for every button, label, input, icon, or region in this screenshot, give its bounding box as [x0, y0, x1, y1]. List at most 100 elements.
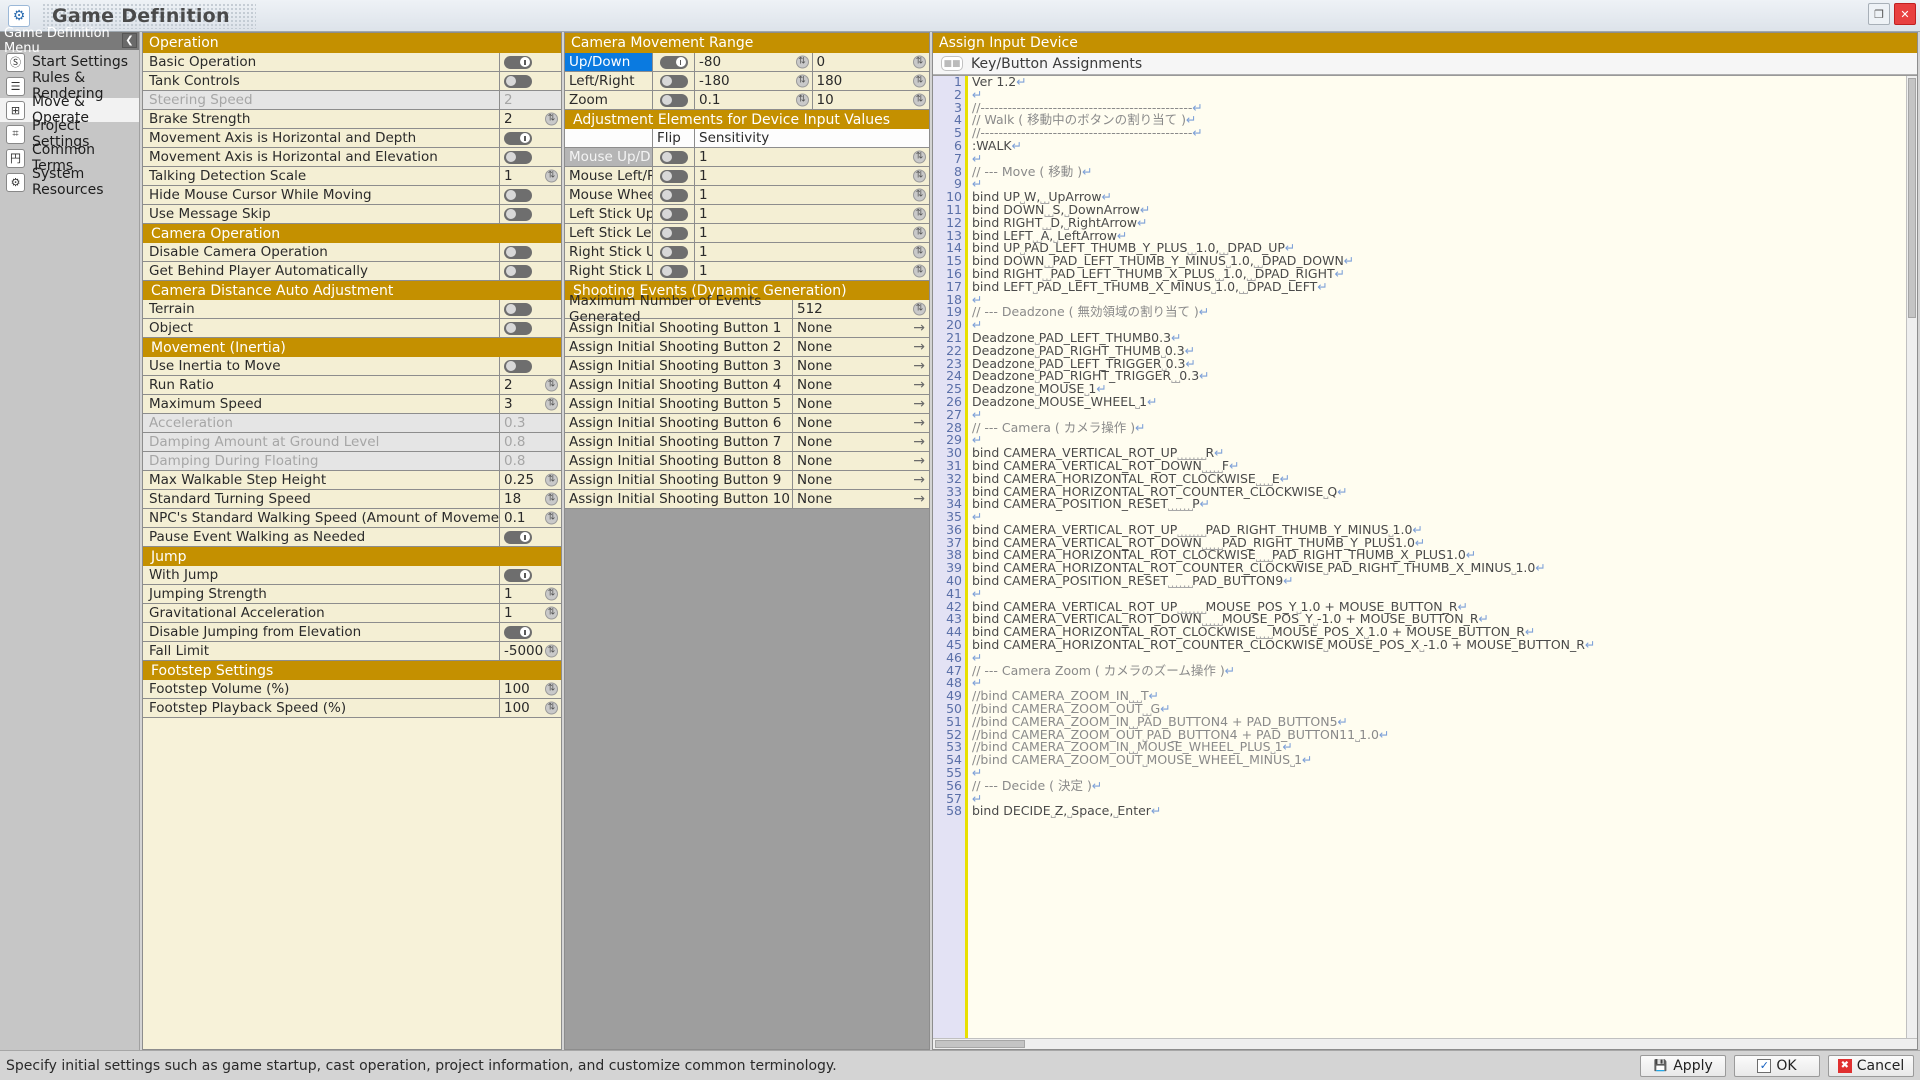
spinner-icon[interactable]: ⇅ — [545, 587, 558, 601]
shooting-value[interactable]: None → — [793, 490, 929, 508]
shooting-value[interactable]: None → — [793, 357, 929, 375]
camera-range-label[interactable]: Zoom — [565, 91, 653, 109]
setting-row[interactable]: Use Message Skip — [143, 205, 561, 224]
setting-value[interactable]: 2 ⇅ — [499, 376, 561, 394]
spinner-icon[interactable]: ⇅ — [545, 169, 558, 183]
setting-row[interactable]: Brake Strength 2 ⇅ — [143, 110, 561, 129]
adjustment-label[interactable]: Left Stick Up/… — [565, 205, 653, 223]
shooting-value[interactable]: None → — [793, 319, 929, 337]
setting-row[interactable]: Maximum Speed 3 ⇅ — [143, 395, 561, 414]
spinner-icon[interactable]: ⇅ — [545, 473, 558, 487]
camera-range-row[interactable]: Zoom 0.1 ⇅ 10 ⇅ — [565, 91, 929, 110]
shooting-value[interactable]: None → — [793, 452, 929, 470]
setting-value[interactable]: 0.1 ⇅ — [499, 509, 561, 527]
spinner-icon[interactable]: ⇅ — [913, 226, 926, 240]
spinner-icon[interactable]: ⇅ — [913, 169, 926, 183]
camera-range-toggle[interactable] — [653, 53, 695, 71]
spinner-icon[interactable]: ⇅ — [795, 93, 809, 107]
adjustment-label[interactable]: Mouse Up/D… — [565, 148, 653, 166]
adjustment-row[interactable]: Left Stick Up/… 1⇅ — [565, 205, 929, 224]
close-button[interactable]: ✕ — [1894, 3, 1916, 25]
toggle-switch[interactable] — [504, 74, 532, 88]
toggle-switch[interactable] — [504, 359, 532, 373]
ok-button[interactable]: ✓ OK — [1734, 1054, 1820, 1077]
camera-range-row[interactable]: Up/Down -80 ⇅ 0 ⇅ — [565, 53, 929, 72]
spinner-icon[interactable]: ⇅ — [545, 682, 558, 696]
code-hscroll-thumb[interactable] — [935, 1040, 1025, 1048]
shooting-row[interactable]: Assign Initial Shooting Button 9 None → — [565, 471, 929, 490]
setting-row[interactable]: Movement Axis is Horizontal and Elevatio… — [143, 148, 561, 167]
setting-value[interactable]: 18 ⇅ — [499, 490, 561, 508]
setting-row[interactable]: Run Ratio 2 ⇅ — [143, 376, 561, 395]
code-text[interactable]: Ver 1.2↵ ↵ //-----------------------------… — [968, 76, 1917, 1038]
spinner-icon[interactable]: ⇅ — [913, 245, 926, 259]
spinner-icon[interactable]: ⇅ — [545, 644, 558, 658]
toggle-switch[interactable] — [504, 131, 532, 145]
toggle-switch[interactable] — [504, 264, 532, 278]
spinner-icon[interactable]: ⇅ — [913, 302, 926, 316]
sensitivity-value[interactable]: 1 ⇅ — [695, 167, 929, 185]
camera-range-toggle[interactable] — [653, 72, 695, 90]
setting-value[interactable] — [499, 243, 561, 261]
setting-row[interactable]: Acceleration 0.3 — [143, 414, 561, 433]
toggle-switch[interactable] — [504, 568, 532, 582]
setting-value[interactable] — [499, 148, 561, 166]
flip-toggle[interactable] — [653, 186, 695, 204]
sensitivity-value[interactable]: 1 ⇅ — [695, 224, 929, 242]
arrow-right-icon[interactable]: → — [913, 378, 925, 392]
camera-range-max[interactable]: 0 ⇅ — [813, 53, 930, 71]
setting-value[interactable]: 2 ⇅ — [499, 110, 561, 128]
adjustment-label[interactable]: Left Stick Left… — [565, 224, 653, 242]
code-horizontal-scrollbar[interactable] — [933, 1038, 1917, 1049]
spinner-icon[interactable]: ⇅ — [913, 188, 926, 202]
apply-button[interactable]: 💾 Apply — [1640, 1054, 1726, 1077]
setting-row[interactable]: Tank Controls — [143, 72, 561, 91]
shooting-value[interactable]: None → — [793, 338, 929, 356]
setting-value[interactable] — [499, 319, 561, 337]
setting-row[interactable]: Damping During Floating 0.8 — [143, 452, 561, 471]
setting-row[interactable]: Disable Jumping from Elevation — [143, 623, 561, 642]
spinner-icon[interactable]: ⇅ — [795, 74, 809, 88]
setting-row[interactable]: With Jump — [143, 566, 561, 585]
setting-value[interactable] — [499, 53, 561, 71]
shooting-row[interactable]: Assign Initial Shooting Button 4 None → — [565, 376, 929, 395]
spinner-icon[interactable]: ⇅ — [545, 511, 558, 525]
adjustment-row[interactable]: Right Stick U… 1⇅ — [565, 243, 929, 262]
adjustment-row[interactable]: Left Stick Left… 1⇅ — [565, 224, 929, 243]
setting-value[interactable]: 0.8 — [499, 433, 561, 451]
flip-toggle[interactable] — [653, 243, 695, 261]
toggle-switch[interactable] — [504, 625, 532, 639]
sensitivity-value[interactable]: 1 ⇅ — [695, 148, 929, 166]
adjustment-row[interactable]: Mouse Wheel 1 ⇅ — [565, 186, 929, 205]
shooting-row[interactable]: Assign Initial Shooting Button 1 None → — [565, 319, 929, 338]
setting-row[interactable]: Max Walkable Step Height 0.25 ⇅ — [143, 471, 561, 490]
arrow-right-icon[interactable]: → — [913, 416, 925, 430]
setting-value[interactable]: 0.8 — [499, 452, 561, 470]
toggle-switch[interactable] — [504, 55, 532, 69]
camera-range-label[interactable]: Up/Down — [565, 53, 653, 71]
spinner-icon[interactable]: ⇅ — [795, 55, 809, 69]
setting-value[interactable] — [499, 129, 561, 147]
setting-row[interactable]: Object — [143, 319, 561, 338]
arrow-right-icon[interactable]: → — [913, 359, 925, 373]
spinner-icon[interactable]: ⇅ — [913, 55, 926, 69]
adjustment-label[interactable]: Mouse Left/R… — [565, 167, 653, 185]
spinner-icon[interactable]: ⇅ — [545, 701, 558, 715]
flip-toggle[interactable] — [653, 148, 695, 166]
key-button-assignments-bar[interactable]: ■■ Key/Button Assignments — [933, 53, 1917, 75]
setting-value[interactable] — [499, 357, 561, 375]
spinner-icon[interactable]: ⇅ — [913, 74, 926, 88]
code-vscroll-thumb[interactable] — [1908, 78, 1916, 318]
toggle-switch[interactable] — [504, 150, 532, 164]
toggle-switch[interactable] — [659, 74, 688, 88]
setting-value[interactable] — [499, 528, 561, 546]
adjustment-label[interactable]: Mouse Wheel — [565, 186, 653, 204]
setting-row[interactable]: Movement Axis is Horizontal and Depth — [143, 129, 561, 148]
setting-row[interactable]: Fall Limit -5000 ⇅ — [143, 642, 561, 661]
restore-button[interactable]: ❐ — [1868, 3, 1890, 25]
arrow-right-icon[interactable]: → — [913, 454, 925, 468]
setting-value[interactable]: 3 ⇅ — [499, 395, 561, 413]
setting-value[interactable] — [499, 205, 561, 223]
spinner-icon[interactable]: ⇅ — [913, 264, 926, 278]
shooting-row[interactable]: Assign Initial Shooting Button 8 None → — [565, 452, 929, 471]
